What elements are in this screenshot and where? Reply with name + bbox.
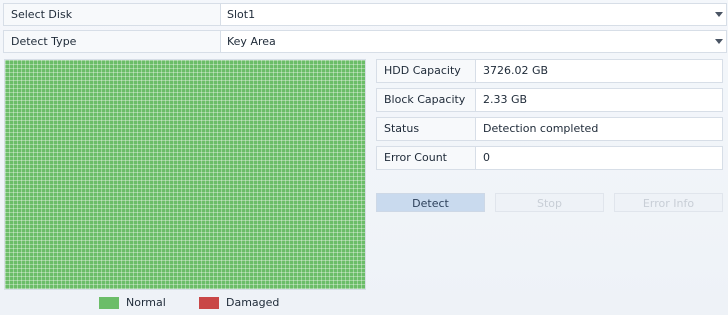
legend-damaged-label: Damaged [226,296,280,309]
error-count-label: Error Count [377,147,476,169]
chevron-down-icon[interactable] [715,39,723,44]
detect-button[interactable]: Detect [376,193,485,212]
legend-normal-label: Normal [126,296,166,309]
status-row: Status Detection completed [376,117,723,141]
disk-block-map [4,59,366,290]
error-count-value: 0 [483,151,490,164]
status-label: Status [377,118,476,140]
chevron-down-icon[interactable] [715,12,723,17]
detect-type-row: Detect Type Key Area [3,30,727,53]
legend-damaged: Damaged [199,296,279,309]
hdd-capacity-value: 3726.02 GB [483,64,549,77]
block-capacity-row: Block Capacity 2.33 GB [376,88,723,112]
detect-type-dropdown[interactable]: Key Area [221,31,726,52]
detect-type-label: Detect Type [4,31,221,52]
hdd-capacity-row: HDD Capacity 3726.02 GB [376,59,723,83]
stop-button: Stop [495,193,604,212]
status-value: Detection completed [483,122,599,135]
select-disk-dropdown[interactable]: Slot1 [221,4,726,25]
disk-detection-panel: Select Disk Slot1 Detect Type Key Area N… [0,0,728,315]
select-disk-value: Slot1 [227,8,256,21]
legend-normal: Normal [99,296,166,309]
detect-type-value: Key Area [227,35,276,48]
hdd-capacity-label: HDD Capacity [377,60,476,82]
damaged-swatch [199,296,219,309]
block-capacity-value: 2.33 GB [483,93,528,106]
select-disk-row: Select Disk Slot1 [3,3,727,26]
error-count-row: Error Count 0 [376,146,723,170]
error-info-button: Error Info [614,193,723,212]
block-capacity-label: Block Capacity [377,89,476,111]
select-disk-label: Select Disk [4,4,221,25]
normal-swatch [99,296,119,309]
